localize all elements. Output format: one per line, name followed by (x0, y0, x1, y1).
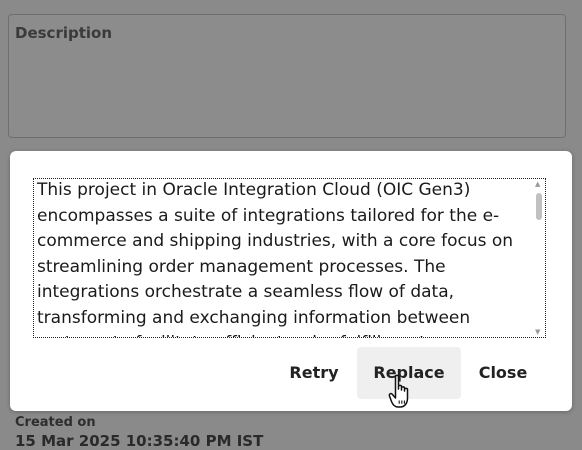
created-on-label: Created on (15, 415, 96, 430)
text-scrollbar[interactable]: ▲ ▼ (534, 180, 544, 336)
scroll-thumb[interactable] (536, 193, 542, 220)
retry-button[interactable]: Retry (280, 347, 348, 399)
created-on-value: 15 Mar 2025 10:35:40 PM IST (15, 432, 264, 450)
hand-pointer-icon (388, 374, 409, 408)
scroll-up-arrow-icon[interactable]: ▲ (535, 180, 540, 188)
description-label: Description (15, 24, 113, 42)
scroll-down-arrow-icon[interactable]: ▼ (535, 328, 540, 336)
ai-text-popup: This project in Oracle Integration Cloud… (10, 151, 572, 411)
generated-text-area[interactable]: This project in Oracle Integration Cloud… (33, 178, 546, 338)
generated-text: This project in Oracle Integration Cloud… (37, 180, 514, 337)
close-button[interactable]: Close (468, 347, 538, 399)
